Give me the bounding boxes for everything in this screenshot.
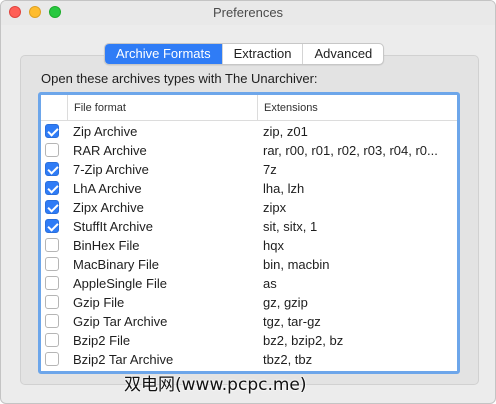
table-row[interactable]: AppleSingle File as bbox=[41, 274, 457, 293]
extensions-cell: as bbox=[263, 276, 277, 291]
file-format-cell: AppleSingle File bbox=[73, 276, 167, 291]
format-checkbox[interactable] bbox=[45, 143, 59, 157]
extensions-cell: bin, macbin bbox=[263, 257, 330, 272]
header-enabled[interactable] bbox=[41, 95, 67, 121]
watermark-text: 双电网(www.pcpc.me) bbox=[124, 375, 307, 395]
file-format-cell: BinHex File bbox=[73, 238, 140, 253]
formats-table[interactable]: File format Extensions Zip Archive zip, z… bbox=[38, 92, 460, 374]
format-checkbox[interactable] bbox=[45, 352, 59, 366]
format-checkbox[interactable] bbox=[45, 276, 59, 290]
table-header: File format Extensions bbox=[41, 95, 457, 121]
file-format-cell: Zipx Archive bbox=[73, 200, 144, 215]
format-checkbox[interactable] bbox=[45, 124, 59, 138]
table-row[interactable]: LhA Archive lha, lzh bbox=[41, 179, 457, 198]
format-checkbox[interactable] bbox=[45, 371, 59, 374]
file-format-cell: Gzip File bbox=[73, 295, 125, 310]
file-format-cell: LhA Archive bbox=[73, 181, 142, 196]
extensions-cell: lha, lzh bbox=[263, 181, 305, 196]
format-checkbox[interactable] bbox=[45, 333, 59, 347]
table-row[interactable]: MacBinary File bin, macbin bbox=[41, 255, 457, 274]
file-format-cell: Zip Archive bbox=[73, 124, 138, 139]
table-row[interactable]: BinHex File hqx bbox=[41, 236, 457, 255]
table-row[interactable]: StuffIt Archive sit, sitx, 1 bbox=[41, 217, 457, 236]
extensions-cell: sit, sitx, 1 bbox=[263, 219, 318, 234]
table-row[interactable]: Bzip2 File bz2, bzip2, bz bbox=[41, 331, 457, 350]
extensions-cell: hqx bbox=[263, 238, 284, 253]
file-format-cell: Gzip Tar Archive bbox=[73, 314, 168, 329]
tab-advanced[interactable]: Advanced bbox=[302, 44, 383, 64]
table-body: Zip Archive zip, z01 RAR Archive rar, r00, … bbox=[41, 122, 457, 374]
table-row[interactable]: Bzip2 Tar Archive tbz2, tbz bbox=[41, 350, 457, 369]
extensions-cell: gz, gzip bbox=[263, 295, 308, 310]
format-checkbox[interactable] bbox=[45, 257, 59, 271]
file-format-cell: StuffIt Archive bbox=[73, 219, 153, 234]
table-row[interactable]: Zip Archive zip, z01 bbox=[41, 122, 457, 141]
file-format-cell: MacBinary File bbox=[73, 257, 159, 272]
format-checkbox[interactable] bbox=[45, 314, 59, 328]
format-checkbox[interactable] bbox=[45, 295, 59, 309]
tab-archive-formats[interactable]: Archive Formats bbox=[105, 44, 222, 64]
format-checkbox[interactable] bbox=[45, 200, 59, 214]
preferences-tabs: Archive Formats Extraction Advanced bbox=[104, 43, 385, 65]
extensions-cell: tbz2, tbz bbox=[263, 352, 313, 367]
file-format-cell: 7-Zip Archive bbox=[73, 162, 149, 177]
format-checkbox[interactable] bbox=[45, 181, 59, 195]
window-title: Preferences bbox=[212, 5, 284, 20]
extensions-cell: tgz, tar-gz bbox=[263, 314, 321, 329]
extensions-cell: zip, z01 bbox=[263, 124, 308, 139]
extensions-cell: 7z bbox=[263, 162, 277, 177]
header-file-format[interactable]: File format bbox=[67, 95, 257, 121]
format-checkbox[interactable] bbox=[45, 162, 59, 176]
tab-extraction[interactable]: Extraction bbox=[221, 44, 303, 64]
extensions-cell: rar, r00, r01, r02, r03, r04, r0... bbox=[263, 143, 438, 158]
table-row[interactable]: 7-Zip Archive 7z bbox=[41, 160, 457, 179]
format-checkbox[interactable] bbox=[45, 238, 59, 252]
file-format-cell: Bzip2 Tar Archive bbox=[73, 352, 174, 367]
extensions-cell: bz2, bzip2, bz bbox=[263, 333, 344, 348]
table-row[interactable]: Zipx Archive zipx bbox=[41, 198, 457, 217]
table-row[interactable]: RAR Archive rar, r00, r01, r02, r03, r04,… bbox=[41, 141, 457, 160]
intro-label: Open these archives types with The Unarc… bbox=[41, 71, 318, 86]
extensions-cell: zipx bbox=[263, 200, 287, 215]
format-checkbox[interactable] bbox=[45, 219, 59, 233]
header-extensions[interactable]: Extensions bbox=[257, 95, 457, 121]
file-format-cell: Bzip2 File bbox=[73, 333, 131, 348]
preferences-window: Preferences Archive Formats Extraction A… bbox=[0, 0, 496, 404]
title-bar: Preferences bbox=[1, 1, 495, 25]
table-row[interactable]: Gzip File gz, gzip bbox=[41, 293, 457, 312]
file-format-cell: RAR Archive bbox=[73, 143, 147, 158]
table-row[interactable]: Gzip Tar Archive tgz, tar-gz bbox=[41, 312, 457, 331]
